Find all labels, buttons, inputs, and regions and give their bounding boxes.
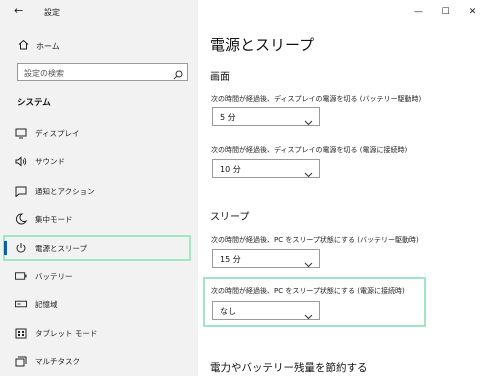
section-heading-sleep: スリープ — [210, 212, 250, 223]
sidebar-item-label: ディスプレイ — [35, 128, 80, 138]
dropdown-value: 15 分 — [220, 255, 241, 264]
tablet-icon — [15, 327, 27, 339]
sidebar-item-storage[interactable]: 記憶域 — [0, 293, 198, 315]
back-button[interactable]: ← — [14, 4, 23, 17]
sidebar-item-label: サウンド — [35, 156, 65, 166]
sidebar-item-label: タブレット モード — [35, 328, 98, 338]
chevron-down-icon — [304, 254, 313, 268]
page-title: 電源とスリープ — [210, 36, 315, 54]
multitask-icon — [15, 355, 27, 367]
selection-indicator — [4, 241, 7, 255]
home-label: ホーム — [36, 41, 60, 51]
screen-plugged-dropdown[interactable]: 10 分 — [212, 159, 320, 178]
moon-icon — [15, 213, 27, 225]
sidebar-item-label: 記憶域 — [35, 299, 58, 309]
battery-icon — [15, 270, 27, 282]
section-title-system: システム — [17, 98, 51, 108]
chevron-down-icon — [304, 164, 313, 178]
search-input[interactable]: 設定の検索 — [17, 63, 188, 81]
sidebar-item-power-sleep[interactable]: 電源とスリープ — [0, 237, 198, 259]
window-controls: — ☐ ✕ — [405, 0, 486, 24]
close-button[interactable]: ✕ — [459, 0, 486, 24]
chevron-down-icon — [304, 306, 313, 320]
sidebar-item-display[interactable]: ディスプレイ — [0, 122, 198, 144]
screen-battery-dropdown[interactable]: 5 分 — [212, 107, 320, 126]
dropdown-value: 10 分 — [220, 165, 241, 174]
sidebar-item-tablet-mode[interactable]: タブレット モード — [0, 322, 198, 344]
sidebar-item-sound[interactable]: サウンド — [0, 150, 198, 172]
screen-battery-label: 次の時間が経過後、ディスプレイの電源を切る (バッテリー駆動時) — [211, 95, 422, 103]
section-heading-save-power: 電力やバッテリー残量を節約する — [210, 362, 368, 374]
monitor-icon — [15, 127, 27, 139]
sleep-plugged-label: 次の時間が経過後、PC をスリープ状態にする (電源に接続時) — [211, 287, 405, 295]
sidebar-item-label: 電源とスリープ — [35, 243, 88, 253]
notification-icon — [15, 185, 27, 197]
speaker-icon — [15, 155, 27, 167]
storage-icon — [15, 298, 27, 310]
maximize-button[interactable]: ☐ — [432, 0, 459, 24]
main-panel: — ☐ ✕ 電源とスリープ 画面 次の時間が経過後、ディスプレイの電源を切る (… — [198, 0, 486, 376]
sidebar-item-notifications[interactable]: 通知とアクション — [0, 180, 198, 202]
sidebar-item-label: 集中モード — [35, 214, 73, 224]
search-placeholder: 設定の検索 — [24, 69, 64, 78]
minimize-button[interactable]: — — [405, 0, 432, 24]
chevron-down-icon — [304, 112, 313, 126]
sidebar-item-label: マルチタスク — [35, 356, 80, 366]
titlebar: ← 設定 — [0, 0, 198, 26]
sidebar-item-multitasking[interactable]: マルチタスク — [0, 350, 198, 372]
sidebar-item-battery[interactable]: バッテリー — [0, 265, 198, 287]
sleep-plugged-dropdown[interactable]: なし — [212, 301, 320, 320]
nav-home[interactable]: ホーム — [16, 39, 60, 53]
sidebar-item-label: 通知とアクション — [35, 186, 95, 196]
home-icon — [16, 39, 30, 53]
sidebar: ← 設定 ホーム 設定の検索 システム ディスプレイ サウンド 通知とアクション — [0, 0, 198, 376]
search-icon[interactable] — [173, 66, 183, 80]
screen-plugged-label: 次の時間が経過後、ディスプレイの電源を切る (電源に接続時) — [211, 146, 408, 154]
sidebar-item-focus[interactable]: 集中モード — [0, 208, 198, 230]
sleep-battery-dropdown[interactable]: 15 分 — [212, 249, 320, 268]
power-icon — [15, 242, 27, 254]
dropdown-value: なし — [220, 307, 236, 316]
sidebar-item-label: バッテリー — [35, 271, 73, 281]
dropdown-value: 5 分 — [220, 113, 236, 122]
sleep-battery-label: 次の時間が経過後、PC をスリープ状態にする (バッテリー駆動時) — [211, 236, 419, 244]
section-heading-screen: 画面 — [210, 72, 230, 83]
app-title: 設定 — [44, 8, 60, 17]
